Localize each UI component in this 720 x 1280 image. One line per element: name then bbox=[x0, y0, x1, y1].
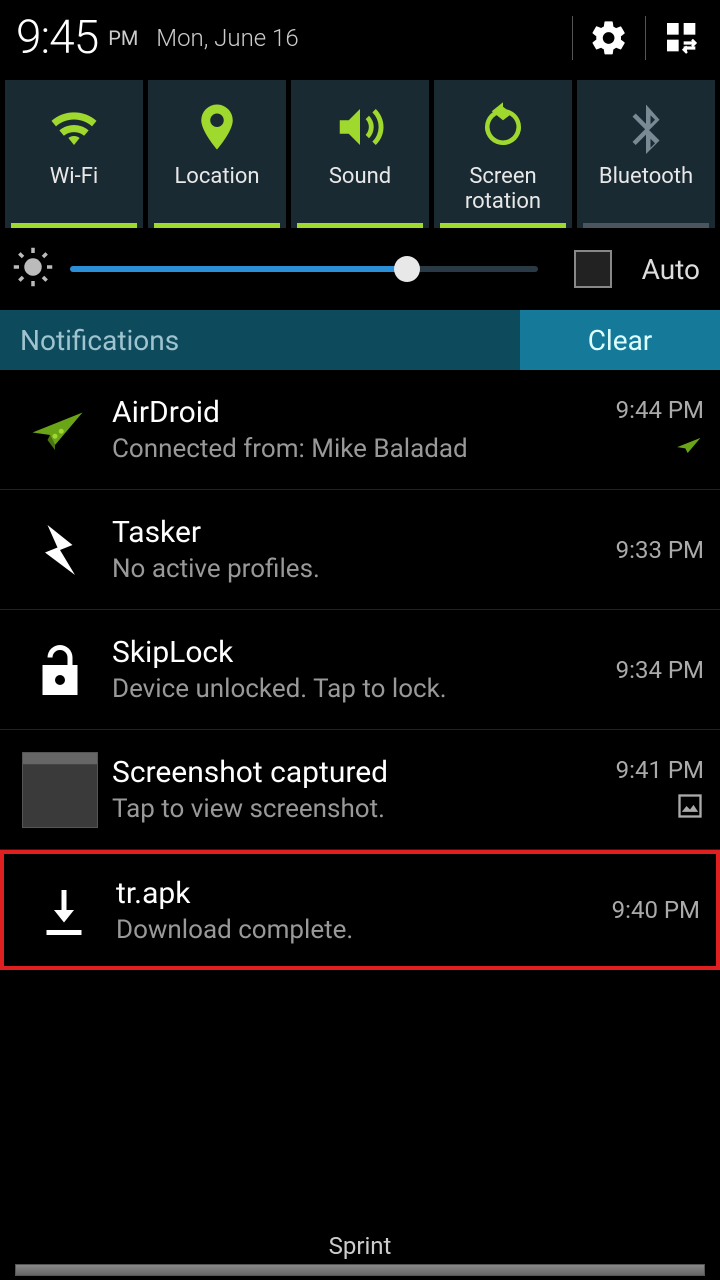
notification-title: AirDroid bbox=[112, 395, 616, 430]
notification-item[interactable]: Tasker No active profiles. 9:33 PM bbox=[0, 490, 720, 610]
notification-time: 9:44 PM bbox=[616, 396, 704, 424]
notification-item[interactable]: Screenshot captured Tap to view screensh… bbox=[0, 730, 720, 850]
toggle-label: Sound bbox=[329, 164, 391, 189]
notification-time: 9:33 PM bbox=[616, 536, 704, 564]
notification-item[interactable]: SkipLock Device unlocked. Tap to lock. 9… bbox=[0, 610, 720, 730]
notification-title: Tasker bbox=[112, 515, 616, 550]
clock-time: 9:45 bbox=[16, 11, 98, 65]
quick-toggles: Wi-Fi Location Sound Screen rotation Blu… bbox=[0, 80, 720, 228]
notification-time: 9:34 PM bbox=[616, 656, 704, 684]
toggle-label: Wi-Fi bbox=[50, 164, 98, 189]
toggle-indicator bbox=[297, 223, 423, 228]
airdroid-small-icon bbox=[676, 432, 704, 464]
toggle-wifi[interactable]: Wi-Fi bbox=[5, 80, 143, 228]
toggle-label: Bluetooth bbox=[599, 164, 693, 189]
notification-list: AirDroid Connected from: Mike Baladad 9:… bbox=[0, 370, 720, 970]
auto-brightness-checkbox[interactable] bbox=[574, 250, 612, 288]
clock-ampm: PM bbox=[108, 26, 138, 50]
image-icon bbox=[676, 792, 704, 824]
brightness-row: Auto bbox=[0, 228, 720, 310]
brightness-slider[interactable] bbox=[70, 256, 538, 282]
notification-subtitle: Device unlocked. Tap to lock. bbox=[112, 674, 616, 704]
download-icon bbox=[20, 874, 108, 946]
bluetooth-icon bbox=[619, 96, 673, 158]
carrier-bar[interactable]: Sprint bbox=[0, 1228, 720, 1280]
toggle-label: Location bbox=[174, 164, 259, 189]
toggle-indicator bbox=[11, 223, 137, 228]
notifications-header: Notifications Clear bbox=[0, 310, 720, 370]
toggle-indicator bbox=[440, 223, 566, 228]
bolt-icon bbox=[16, 514, 104, 586]
clear-button[interactable]: Clear bbox=[520, 310, 720, 370]
drag-handle[interactable] bbox=[15, 1264, 705, 1276]
quick-panel-icon[interactable] bbox=[660, 16, 704, 60]
notification-time: 9:41 PM bbox=[616, 756, 704, 784]
notification-subtitle: Connected from: Mike Baladad bbox=[112, 434, 616, 464]
divider bbox=[572, 16, 573, 60]
notification-subtitle: No active profiles. bbox=[112, 554, 616, 584]
toggle-rotation[interactable]: Screen rotation bbox=[434, 80, 572, 228]
location-icon bbox=[190, 96, 244, 158]
toggle-location[interactable]: Location bbox=[148, 80, 286, 228]
divider bbox=[645, 16, 646, 60]
notification-subtitle: Download complete. bbox=[116, 915, 612, 945]
lock-open-icon bbox=[16, 634, 104, 706]
status-date: Mon, June 16 bbox=[156, 24, 298, 52]
notification-time: 9:40 PM bbox=[612, 896, 700, 924]
sound-icon bbox=[333, 96, 387, 158]
notification-title: tr.apk bbox=[116, 876, 612, 911]
notification-subtitle: Tap to view screenshot. bbox=[112, 794, 616, 824]
notification-title: Screenshot captured bbox=[112, 755, 616, 790]
notification-item[interactable]: AirDroid Connected from: Mike Baladad 9:… bbox=[0, 370, 720, 490]
notification-title: SkipLock bbox=[112, 635, 616, 670]
toggle-label: Screen rotation bbox=[465, 164, 541, 215]
wifi-icon bbox=[47, 96, 101, 158]
brightness-icon bbox=[12, 246, 54, 292]
toggle-bluetooth[interactable]: Bluetooth bbox=[577, 80, 715, 228]
settings-icon[interactable] bbox=[587, 16, 631, 60]
toggle-sound[interactable]: Sound bbox=[291, 80, 429, 228]
notification-item-highlighted[interactable]: tr.apk Download complete. 9:40 PM bbox=[0, 850, 720, 970]
status-bar: 9:45 PM Mon, June 16 bbox=[0, 0, 720, 80]
carrier-label: Sprint bbox=[329, 1232, 392, 1260]
toggle-indicator bbox=[154, 223, 280, 228]
toggle-indicator bbox=[583, 223, 709, 228]
notifications-title: Notifications bbox=[0, 310, 520, 370]
auto-brightness-label: Auto bbox=[642, 253, 700, 286]
airdroid-icon bbox=[16, 394, 104, 466]
screenshot-thumbnail bbox=[16, 754, 104, 826]
rotation-icon bbox=[476, 96, 530, 158]
